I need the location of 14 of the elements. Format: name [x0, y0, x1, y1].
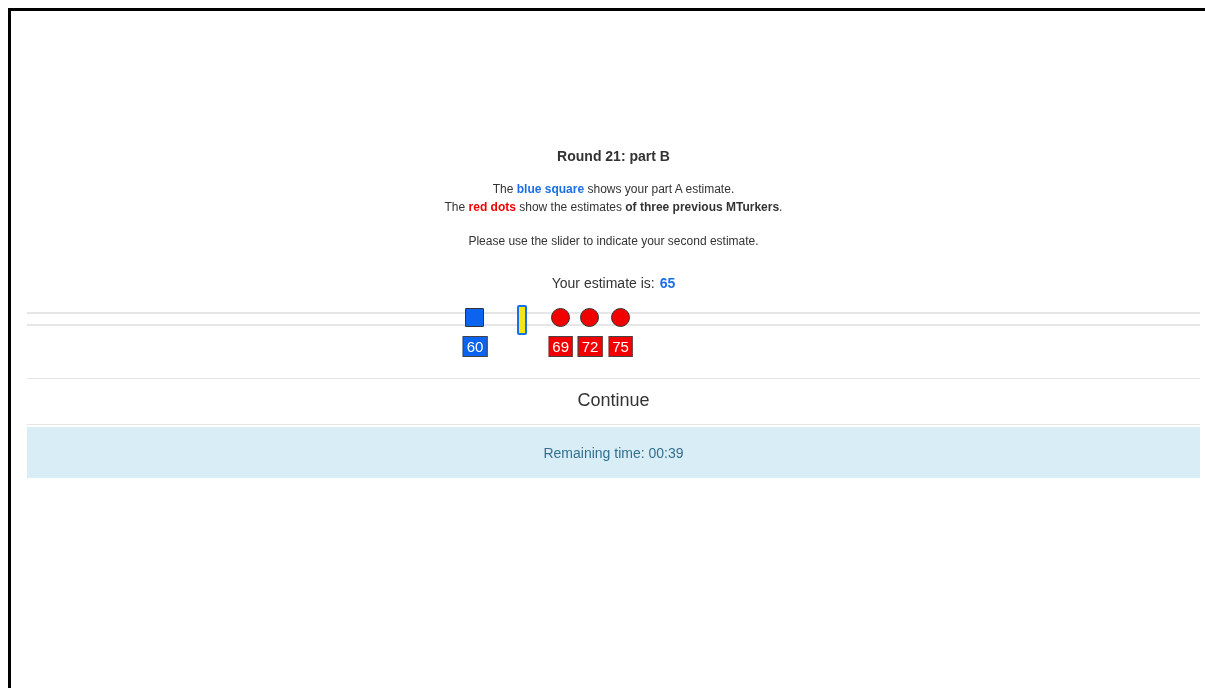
marker-label: 60: [462, 336, 488, 357]
continue-button[interactable]: Continue: [577, 390, 650, 411]
instruction-text: The red dots show the estimates of three previous MTurkers.: [444, 200, 783, 214]
marker-label: 69: [548, 336, 574, 357]
estimate-label: Your estimate is:: [551, 275, 655, 291]
round-title: Round 21: part B: [556, 148, 671, 164]
estimate-value: 65: [659, 275, 676, 291]
slider-thumb[interactable]: [517, 305, 527, 335]
instruction-text: The blue square shows your part A estimate.: [492, 182, 735, 196]
marker-label: 72: [577, 336, 603, 357]
estimate-slider[interactable]: 60 69 72 75: [27, 303, 1200, 358]
timer-banner: Remaining time: 00:39: [27, 427, 1200, 478]
marker-label: 75: [608, 336, 633, 357]
prompt-text: Please use the slider to indicate your second estimate.: [467, 234, 760, 248]
